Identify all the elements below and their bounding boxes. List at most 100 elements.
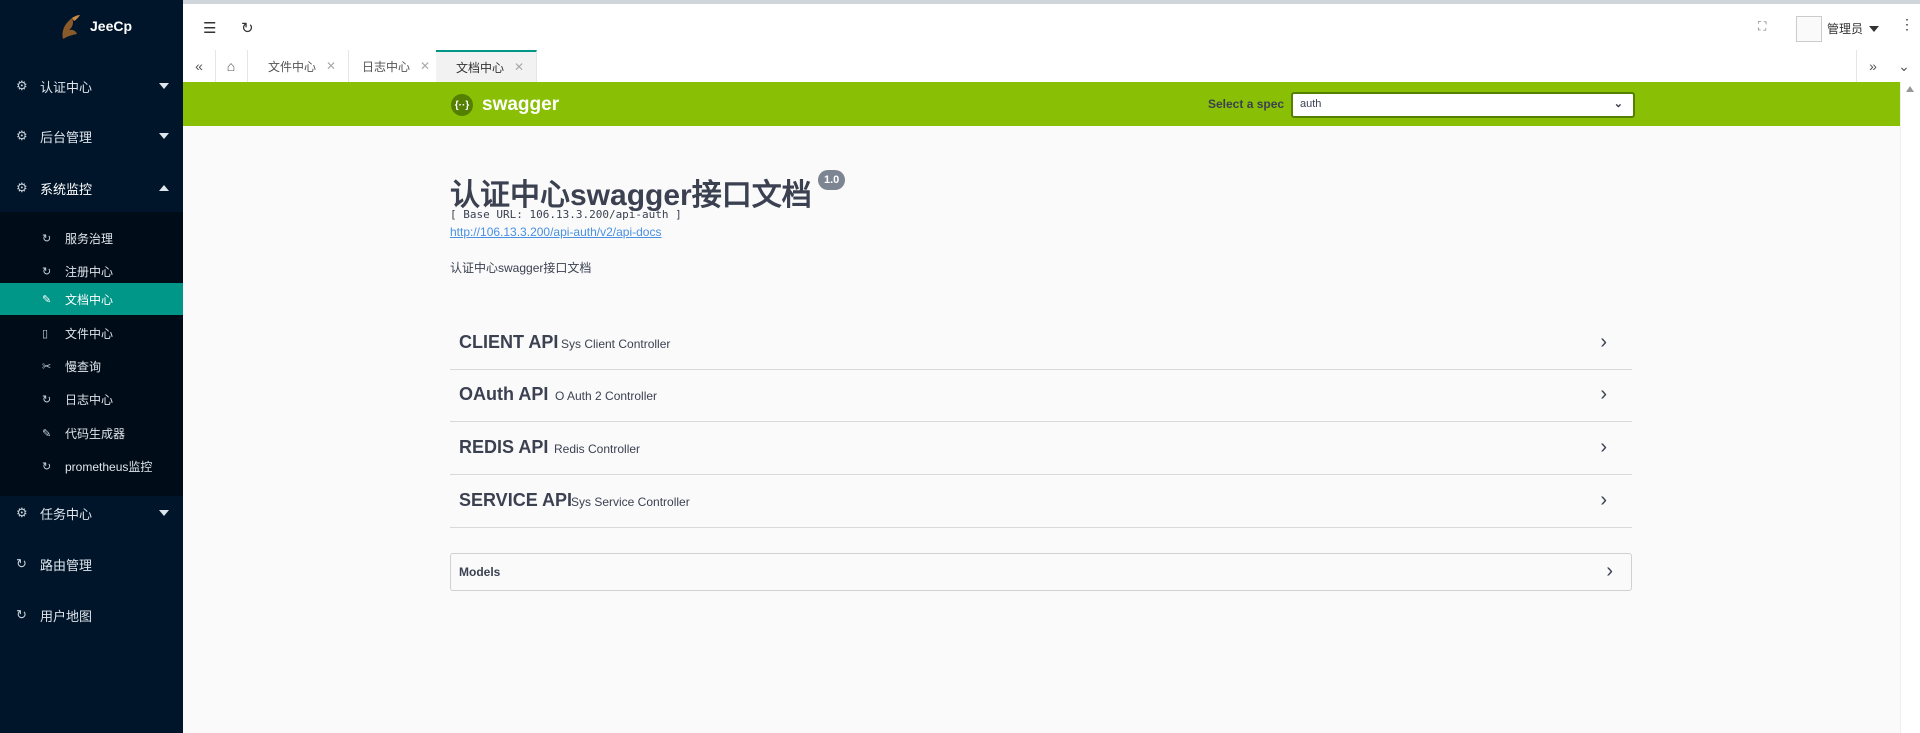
refresh-icon: ↻ [16,607,27,622]
gear-icon: ⚙ [16,180,28,195]
chevron-down-icon: ⌄ [1613,98,1623,110]
close-icon[interactable]: ✕ [326,59,336,73]
chevron-right-icon[interactable]: › [1606,560,1613,583]
sidebar-group-label: 任务中心 [40,506,93,522]
chevron-right-icon[interactable]: › [1600,331,1607,354]
sidebar-item-service-governance[interactable]: ↻ 服务治理 [0,222,183,254]
api-description: 认证中心swagger接口文档 [450,261,592,275]
header: ☰ ↻ ⛶ 管理员 ⋮ [183,4,1920,51]
content-frame: {··} swagger Select a spec auth ⌄ 认证中心sw… [183,82,1900,733]
fullscreen-icon[interactable]: ⛶ [1758,19,1766,34]
submenu-monitor: ↻ 服务治理 ↻ 注册中心 ✎ 文档中心 ▯ 文件中心 ✂ 慢查询 ↻ 日志中心… [0,212,183,496]
tab-logs[interactable]: 日志中心 ✕ [342,50,444,82]
gear-icon: ⚙ [16,505,28,520]
tab-docs[interactable]: 文档中心 ✕ [436,50,538,82]
chevron-right-icon[interactable]: › [1600,383,1607,406]
sidebar-item-label: 慢查询 [65,359,102,374]
models-section[interactable]: Models › [450,553,1632,591]
swagger-topbar: {··} swagger Select a spec auth ⌄ [183,82,1900,126]
sidebar-item-code-generator[interactable]: ✎ 代码生成器 [0,417,183,449]
sidebar-item-label: 服务治理 [65,231,114,246]
brand-title: JeeCp [90,18,133,34]
chevron-right-icon[interactable]: › [1600,436,1607,459]
sidebar-group-label: 用户地图 [40,608,93,624]
gear-icon: ⚙ [16,78,28,93]
avatar[interactable] [1796,16,1822,42]
swagger-brand[interactable]: swagger [482,94,559,116]
operation-tag-name: OAuth API [459,384,549,404]
sidebar-item-routes[interactable]: ↻ 路由管理 [0,540,183,588]
chevron-right-icon[interactable]: › [1600,489,1607,512]
operation-block-client[interactable]: CLIENT API Sys Client Controller › [450,317,1632,370]
refresh-icon: ↻ [16,556,27,571]
refresh-icon: ↻ [42,460,52,473]
operation-tag-name: REDIS API [459,437,549,457]
tabs-scroll-left-icon[interactable]: « [183,50,216,82]
spec-label: Select a spec [1208,97,1285,111]
operation-tag-description: Sys Service Controller [571,495,690,509]
operation-tag-description: Redis Controller [554,442,641,456]
tabs-dropdown-icon[interactable]: ⌄ [1888,50,1920,82]
chevron-down-icon [159,510,169,516]
operation-block-redis[interactable]: REDIS API Redis Controller › [450,422,1632,475]
scissors-icon: ✂ [42,360,52,373]
gear-icon: ⚙ [16,128,28,143]
sidebar-item-files[interactable]: ▯ 文件中心 [0,317,183,349]
tab-bar: « ⌂ 文件中心 ✕ 日志中心 ✕ 文档中心 ✕ » ⌄ [183,50,1920,83]
brand: JeeCp [0,0,183,54]
sidebar-group-label: 后台管理 [40,129,93,145]
sidebar-group-auth[interactable]: ⚙ 认证中心 [0,62,183,110]
refresh-icon[interactable]: ↻ [241,19,254,37]
logo-icon [62,15,80,39]
sidebar-item-docs[interactable]: ✎ 文档中心 [0,283,183,315]
refresh-icon: ↻ [42,393,52,406]
operation-tag-name: CLIENT API [459,332,559,352]
spec-select-value: auth [1300,98,1322,110]
refresh-icon: ↻ [42,265,52,278]
chevron-up-icon [159,185,169,191]
scroll-up-icon[interactable] [1906,86,1914,92]
api-docs-link[interactable]: http://106.13.3.200/api-auth/v2/api-docs [450,225,661,239]
file-icon: ▯ [42,327,49,340]
home-icon[interactable]: ⌂ [215,50,248,82]
base-url: [ Base URL: 106.13.3.200/api-auth ] [450,208,682,221]
scrollbar[interactable] [1900,82,1920,733]
spec-select[interactable]: auth ⌄ [1291,92,1635,118]
chevron-down-icon [159,133,169,139]
close-icon[interactable]: ✕ [514,60,524,74]
sidebar-item-label: 注册中心 [65,264,114,279]
user-name[interactable]: 管理员 [1827,20,1863,37]
close-icon[interactable]: ✕ [420,59,430,73]
chevron-down-icon[interactable] [1869,26,1879,32]
sidebar-item-label: 文件中心 [65,326,114,341]
sidebar: JeeCp ⚙ 认证中心 ⚙ 后台管理 ⚙ 系统监控 ↻ 服务治理 ↻ 注册中心… [0,0,183,733]
document-edit-icon: ✎ [42,293,52,306]
sidebar-item-label: prometheus监控 [65,459,153,474]
tab-label: 日志中心 [362,59,411,74]
tab-files[interactable]: 文件中心 ✕ [248,50,350,82]
operation-block-service[interactable]: SERVICE API Sys Service Controller › [450,475,1632,528]
more-icon[interactable]: ⋮ [1900,16,1914,33]
sidebar-item-label: 日志中心 [65,392,114,407]
version-badge: 1.0 [818,170,846,190]
sidebar-item-user-map[interactable]: ↻ 用户地图 [0,591,183,639]
sidebar-item-logs[interactable]: ↻ 日志中心 [0,383,183,415]
sidebar-group-admin[interactable]: ⚙ 后台管理 [0,112,183,160]
sidebar-group-monitor[interactable]: ⚙ 系统监控 [0,164,183,212]
sidebar-group-label: 认证中心 [40,79,93,95]
sidebar-item-prometheus[interactable]: ↻ prometheus监控 [0,450,183,482]
swagger-logo-icon[interactable]: {··} [451,94,473,116]
menu-toggle-icon[interactable]: ☰ [203,19,216,37]
document-edit-icon: ✎ [42,427,52,440]
sidebar-item-slow-query[interactable]: ✂ 慢查询 [0,350,183,382]
tabs-scroll-right-icon[interactable]: » [1856,50,1889,82]
sidebar-group-label: 系统监控 [40,181,93,197]
models-label: Models [459,565,501,579]
sidebar-item-label: 文档中心 [65,292,114,307]
operation-tag-description: Sys Client Controller [561,337,671,351]
chevron-down-icon [159,83,169,89]
tab-label: 文件中心 [268,59,317,74]
sidebar-group-tasks[interactable]: ⚙ 任务中心 [0,489,183,537]
sidebar-item-label: 代码生成器 [65,426,126,441]
operation-block-oauth[interactable]: OAuth API O Auth 2 Controller › [450,369,1632,422]
